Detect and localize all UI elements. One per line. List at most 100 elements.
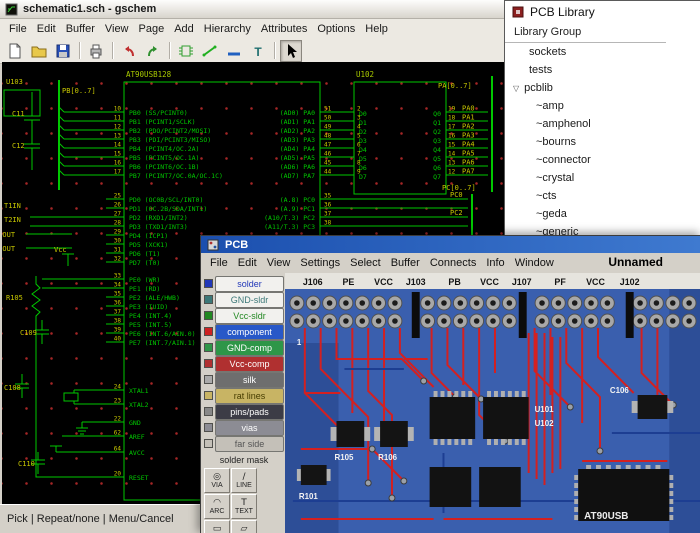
schematic-text: PB2 (PDO/PCINT2/MOSI) bbox=[129, 127, 211, 135]
layer-visibility-toggle[interactable] bbox=[204, 359, 213, 368]
connector-label: PE bbox=[342, 277, 354, 287]
gschem-menu-add[interactable]: Add bbox=[169, 22, 199, 36]
library-item-pcblib[interactable]: ▽ pcblib bbox=[505, 79, 700, 97]
status-left: Pick | Repeat/none | Menu/Cancel bbox=[7, 513, 174, 525]
component-c106 bbox=[632, 395, 674, 419]
tool-button-rect[interactable]: ▭RECT bbox=[204, 520, 230, 533]
library-group-header[interactable]: Library Group bbox=[505, 23, 666, 43]
layer-visibility-toggle[interactable] bbox=[204, 423, 213, 432]
schematic-text: 46 bbox=[324, 151, 332, 158]
library-item-tests[interactable]: tests bbox=[505, 61, 700, 79]
silk-label: R105 bbox=[335, 453, 354, 462]
library-item-crystal[interactable]: ~crystal bbox=[505, 169, 700, 187]
toolbar-add-bus-button[interactable] bbox=[223, 40, 245, 62]
net-label: PC2 bbox=[450, 209, 463, 217]
pcb-menu-window[interactable]: Window bbox=[510, 256, 559, 270]
tool-button-poly[interactable]: ▱POLY bbox=[231, 520, 257, 533]
pcb-menu-file[interactable]: File bbox=[205, 256, 233, 270]
gschem-menu-file[interactable]: File bbox=[4, 22, 32, 36]
layer-visibility-toggle[interactable] bbox=[204, 343, 213, 352]
gschem-menu-page[interactable]: Page bbox=[134, 22, 170, 36]
schematic-text: (AD5) PA5 bbox=[280, 154, 315, 162]
schematic-text: 47 bbox=[324, 142, 332, 149]
library-item-sockets[interactable]: sockets bbox=[505, 43, 700, 61]
layer-visibility-toggle[interactable] bbox=[204, 311, 213, 320]
layer-visibility-toggle[interactable] bbox=[204, 407, 213, 416]
toolbar-new-button[interactable] bbox=[4, 40, 26, 62]
layer-button-vias[interactable]: vias bbox=[215, 420, 284, 436]
library-item-bourns[interactable]: ~bourns bbox=[505, 133, 700, 151]
library-item-cts[interactable]: ~cts bbox=[505, 187, 700, 205]
pcb-titlebar[interactable]: PCB bbox=[201, 236, 700, 253]
schematic-text: PA5 bbox=[462, 150, 475, 158]
solder-mask-label[interactable]: solder mask bbox=[204, 452, 284, 468]
layer-button-rat-lines[interactable]: rat lines bbox=[215, 388, 284, 404]
add-text-icon: T bbox=[250, 43, 266, 59]
gschem-menu-edit[interactable]: Edit bbox=[32, 22, 61, 36]
schematic-text: (AD4) PA4 bbox=[280, 145, 315, 153]
pcb-layout-canvas[interactable]: J106PEVCCJ103PBVCCJ107PFVCCJ102 bbox=[285, 273, 700, 533]
expander-open-icon[interactable]: ▽ bbox=[513, 84, 519, 93]
toolbar-redo-button[interactable] bbox=[142, 40, 164, 62]
pcb-menu-info[interactable]: Info bbox=[481, 256, 509, 270]
gschem-menu-attributes[interactable]: Attributes bbox=[256, 22, 312, 36]
tool-button-line[interactable]: ∕LINE bbox=[231, 468, 257, 493]
schematic-text: PB5 (PCINT5/OC.1A) bbox=[129, 154, 199, 162]
layer-button-vcc-comp[interactable]: Vcc-comp bbox=[215, 356, 284, 372]
silk-label: R101 bbox=[299, 492, 318, 501]
layer-visibility-toggle[interactable] bbox=[204, 439, 213, 448]
toolbar-save-button[interactable] bbox=[52, 40, 74, 62]
layer-row: vias bbox=[204, 420, 284, 435]
layer-button-gnd-sldr[interactable]: GND-sldr bbox=[215, 292, 284, 308]
library-item-label: pcblib bbox=[524, 82, 553, 94]
layer-button-pins-pads[interactable]: pins/pads bbox=[215, 404, 284, 420]
toolbar-print-button[interactable] bbox=[85, 40, 107, 62]
pcb-menu-view[interactable]: View bbox=[262, 256, 296, 270]
schematic-text: 24 bbox=[114, 384, 122, 391]
library-item-geda[interactable]: ~geda bbox=[505, 205, 700, 223]
tool-button-via[interactable]: ◎VIA bbox=[204, 468, 230, 493]
layer-visibility-toggle[interactable] bbox=[204, 295, 213, 304]
library-item-connector[interactable]: ~connector bbox=[505, 151, 700, 169]
layer-button-far-side[interactable]: far side bbox=[215, 436, 284, 452]
layer-button-component[interactable]: component bbox=[215, 324, 284, 340]
refdes-label: C110 bbox=[18, 460, 35, 468]
toolbar-select-button[interactable] bbox=[280, 40, 302, 62]
layer-visibility-toggle[interactable] bbox=[204, 327, 213, 336]
toolbar-add-text-button[interactable]: T bbox=[247, 40, 269, 62]
pcb-menu-edit[interactable]: Edit bbox=[233, 256, 262, 270]
library-titlebar[interactable]: PCB Library bbox=[505, 1, 700, 23]
gschem-menu-help[interactable]: Help bbox=[360, 22, 393, 36]
layer-button-gnd-comp[interactable]: GND-comp bbox=[215, 340, 284, 356]
component-r101 bbox=[297, 465, 331, 485]
pcb-menu-select[interactable]: Select bbox=[345, 256, 386, 270]
pcb-menu-buffer[interactable]: Buffer bbox=[386, 256, 425, 270]
tool-button-text[interactable]: TTEXT bbox=[231, 494, 257, 519]
layer-visibility-toggle[interactable] bbox=[204, 279, 213, 288]
connector-label: J106 bbox=[303, 277, 323, 287]
layer-button-silk[interactable]: silk bbox=[215, 372, 284, 388]
gschem-titlebar[interactable]: schematic1.sch - gschem bbox=[0, 0, 512, 19]
layer-button-vcc-sldr[interactable]: Vcc-sldr bbox=[215, 308, 284, 324]
layer-button-solder[interactable]: solder bbox=[215, 276, 284, 292]
library-item-amphenol[interactable]: ~amphenol bbox=[505, 115, 700, 133]
gschem-menu-buffer[interactable]: Buffer bbox=[61, 22, 100, 36]
library-item-amp[interactable]: ~amp bbox=[505, 97, 700, 115]
tool-button-arc[interactable]: ◠ARC bbox=[204, 494, 230, 519]
layer-visibility-toggle[interactable] bbox=[204, 375, 213, 384]
pcb-menu-settings[interactable]: Settings bbox=[295, 256, 345, 270]
toolbar-separator bbox=[274, 42, 275, 59]
tool-via-icon: ◎ bbox=[213, 472, 221, 482]
schematic-text: PD0 (OC0B/SCL/INT0) bbox=[129, 196, 203, 204]
schematic-text: PB0 (SS/PCINT0) bbox=[129, 109, 188, 117]
toolbar-add-component-button[interactable] bbox=[175, 40, 197, 62]
toolbar-open-button[interactable] bbox=[28, 40, 50, 62]
toolbar-undo-button[interactable] bbox=[118, 40, 140, 62]
toolbar-add-net-button[interactable] bbox=[199, 40, 221, 62]
layer-visibility-toggle[interactable] bbox=[204, 391, 213, 400]
gschem-menu-options[interactable]: Options bbox=[312, 22, 360, 36]
pcb-menu-connects[interactable]: Connects bbox=[425, 256, 481, 270]
gschem-menu-hierarchy[interactable]: Hierarchy bbox=[199, 22, 256, 36]
gschem-menu-view[interactable]: View bbox=[100, 22, 134, 36]
svg-text:T: T bbox=[254, 45, 262, 59]
